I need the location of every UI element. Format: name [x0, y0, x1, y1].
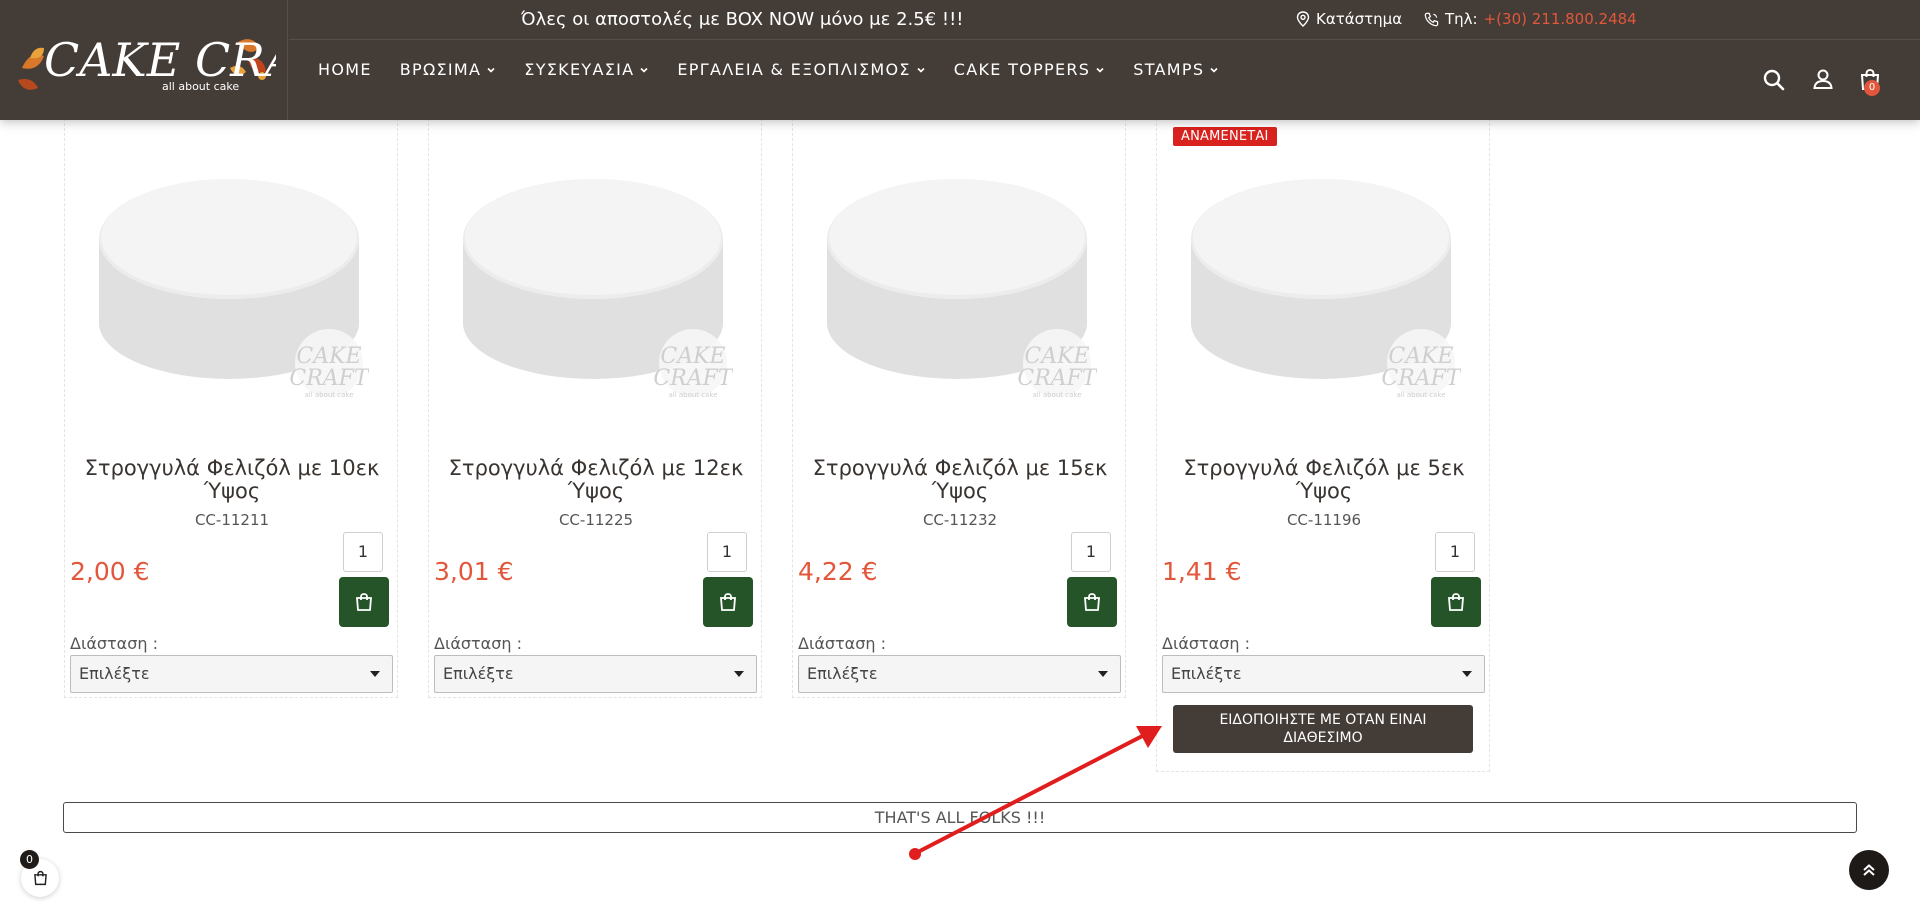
search-icon[interactable] — [1762, 68, 1786, 92]
product-title[interactable]: Στρογγυλά Φελιζόλ με 10εκ Ύψος — [75, 457, 389, 503]
dimension-select[interactable]: Επιλέξτε — [434, 655, 757, 693]
chevron-down-icon — [917, 67, 925, 73]
end-of-list-message: THAT'S ALL FOLKS !!! — [63, 802, 1857, 833]
watermark-line3: all about cake — [304, 391, 353, 399]
product-card: CAKE CRAFT all about cake Στρογγυλά Φελι… — [792, 118, 1126, 698]
cake-craft-logo[interactable]: CAKE CRAFT all about cake — [16, 28, 276, 94]
user-icon[interactable] — [1811, 67, 1835, 91]
dimension-label: Διάσταση : — [798, 634, 886, 653]
promo-banner: Όλες οι αποστολές με BOX NOW μόνο με 2.5… — [521, 9, 964, 30]
add-to-cart-button[interactable] — [1067, 577, 1117, 627]
double-chevron-up-icon — [1863, 864, 1875, 876]
notify-when-available-button[interactable]: ΕΙΔΟΠΟΙΗΣΤΕ ΜΕ ΟΤΑΝ ΕΙΝΑΙ ΔΙΑΘΕΣΙΜΟ — [1173, 705, 1473, 753]
store-link[interactable]: Κατάστημα — [1296, 10, 1402, 28]
quantity-input[interactable]: 1 — [343, 532, 383, 572]
add-to-cart-button[interactable] — [1431, 577, 1481, 627]
product-image[interactable]: CAKE CRAFT all about cake — [457, 153, 733, 403]
product-title[interactable]: Στρογγυλά Φελιζόλ με 15εκ Ύψος — [803, 457, 1117, 503]
nav-stamps[interactable]: STAMPS — [1133, 60, 1219, 79]
dimension-label: Διάσταση : — [70, 634, 158, 653]
dimension-select[interactable]: Επιλέξτε — [70, 655, 393, 693]
dropdown-caret-icon — [1462, 671, 1472, 677]
site-header: CAKE CRAFT all about cake Όλες οι αποστο… — [0, 0, 1920, 120]
select-value: Επιλέξτε — [1171, 664, 1242, 683]
chevron-down-icon — [487, 67, 495, 73]
out-of-stock-badge: ΑΝΑΜΕΝΕΤΑΙ — [1173, 127, 1277, 146]
store-label: Κατάστημα — [1316, 10, 1403, 28]
nav-packaging[interactable]: ΣΥΣΚΕΥΑΣΙΑ — [524, 60, 649, 79]
logo-text: CAKE CRAFT — [44, 33, 276, 87]
nav-cake-toppers[interactable]: CAKE TOPPERS — [954, 60, 1105, 79]
product-price: 1,41 € — [1162, 557, 1242, 586]
quantity-input[interactable]: 1 — [1071, 532, 1111, 572]
product-price: 3,01 € — [434, 557, 514, 586]
product-card: CAKE CRAFT all about cake Στρογγυλά Φελι… — [64, 118, 398, 698]
chevron-down-icon — [640, 67, 648, 73]
product-sku: CC-11196 — [1286, 511, 1362, 529]
nav-edibles[interactable]: ΒΡΩΣΙΜΑ — [400, 60, 497, 79]
product-price: 4,22 € — [798, 557, 878, 586]
product-card: CAKE CRAFT all about cake Στρογγυλά Φελι… — [428, 118, 762, 698]
dimension-select[interactable]: Επιλέξτε — [798, 655, 1121, 693]
floating-cart-count-badge: 0 — [20, 850, 39, 869]
watermark-line2: CRAFT — [653, 366, 733, 391]
watermark-line2: CRAFT — [1381, 366, 1461, 391]
product-sku: CC-11225 — [558, 511, 634, 529]
nav-label: ΣΥΣΚΕΥΑΣΙΑ — [524, 60, 635, 79]
product-price: 2,00 € — [70, 557, 150, 586]
phone-number[interactable]: +(30) 211.800.2484 — [1484, 10, 1637, 28]
logo-tagline: all about cake — [162, 80, 239, 93]
nav-home[interactable]: HOME — [318, 60, 372, 79]
select-value: Επιλέξτε — [79, 664, 150, 683]
cart-count-badge: 0 — [1864, 80, 1880, 96]
dropdown-caret-icon — [734, 671, 744, 677]
phone-icon — [1424, 12, 1439, 26]
dimension-label: Διάσταση : — [1162, 634, 1250, 653]
scroll-to-top-button[interactable] — [1849, 850, 1889, 890]
logo-area: CAKE CRAFT all about cake — [0, 0, 288, 120]
bag-icon — [720, 593, 736, 611]
bag-icon — [1084, 593, 1100, 611]
watermark-line3: all about cake — [668, 391, 717, 399]
top-bar: Όλες οι αποστολές με BOX NOW μόνο με 2.5… — [289, 0, 1920, 40]
watermark-line2: CRAFT — [289, 366, 369, 391]
phone-prefix: Τηλ: — [1445, 10, 1478, 28]
product-title[interactable]: Στρογγυλά Φελιζόλ με 5εκ Ύψος — [1167, 457, 1481, 503]
product-image[interactable]: CAKE CRAFT all about cake — [1185, 153, 1461, 403]
dropdown-caret-icon — [370, 671, 380, 677]
nav-label: ΒΡΩΣΙΜΑ — [399, 60, 482, 79]
quantity-input[interactable]: 1 — [1435, 532, 1475, 572]
product-sku: CC-11232 — [922, 511, 998, 529]
phone-contact[interactable]: Τηλ: +(30) 211.800.2484 — [1424, 10, 1637, 28]
watermark-line3: all about cake — [1032, 391, 1081, 399]
product-title[interactable]: Στρογγυλά Φελιζόλ με 12εκ Ύψος — [439, 457, 753, 503]
dropdown-caret-icon — [1098, 671, 1108, 677]
quantity-input[interactable]: 1 — [707, 532, 747, 572]
product-card: CAKE CRAFT all about cake ΑΝΑΜΕΝΕΤΑΙ Στρ… — [1156, 118, 1490, 772]
main-nav: HOME ΒΡΩΣΙΜΑ ΣΥΣΚΕΥΑΣΙΑ ΕΡΓΑΛΕΙΑ & ΕΞΟΠΛ… — [318, 60, 1247, 79]
select-value: Επιλέξτε — [807, 664, 878, 683]
watermark-line3: all about cake — [1396, 391, 1445, 399]
map-pin-icon — [1296, 11, 1310, 27]
chevron-down-icon — [1096, 67, 1104, 73]
dimension-select[interactable]: Επιλέξτε — [1162, 655, 1485, 693]
nav-label: ΕΡΓΑΛΕΙΑ & ΕΞΟΠΛΙΣΜΟΣ — [677, 60, 911, 79]
nav-label: HOME — [318, 60, 372, 79]
bag-icon — [356, 593, 372, 611]
product-sku: CC-11211 — [194, 511, 270, 529]
nav-label: STAMPS — [1133, 60, 1205, 79]
dimension-label: Διάσταση : — [434, 634, 522, 653]
watermark-line2: CRAFT — [1017, 366, 1097, 391]
chevron-down-icon — [1210, 67, 1218, 73]
nav-label: CAKE TOPPERS — [953, 60, 1091, 79]
select-value: Επιλέξτε — [443, 664, 514, 683]
product-image[interactable]: CAKE CRAFT all about cake — [821, 153, 1097, 403]
bag-icon — [1448, 593, 1464, 611]
add-to-cart-button[interactable] — [339, 577, 389, 627]
add-to-cart-button[interactable] — [703, 577, 753, 627]
product-image[interactable]: CAKE CRAFT all about cake — [93, 153, 369, 403]
bag-icon — [33, 870, 47, 886]
nav-tools[interactable]: ΕΡΓΑΛΕΙΑ & ΕΞΟΠΛΙΣΜΟΣ — [677, 60, 925, 79]
